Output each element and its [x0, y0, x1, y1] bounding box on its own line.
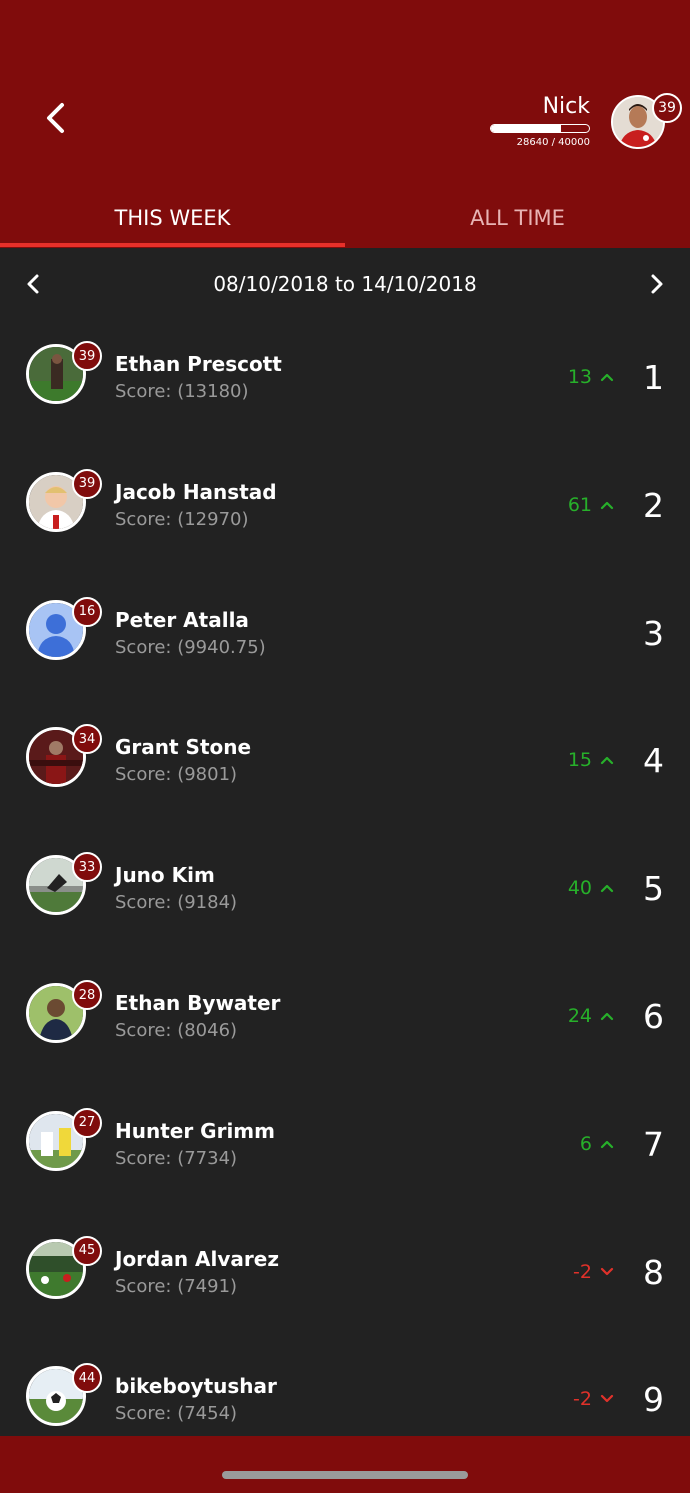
arrow-up-icon	[600, 501, 614, 509]
chevron-right-icon	[651, 274, 663, 294]
arrow-up-icon	[600, 1012, 614, 1021]
player-name: Hunter Grimm	[115, 1118, 275, 1143]
player-avatar-wrapper: 39	[26, 341, 102, 404]
player-rank: 7	[643, 1124, 664, 1164]
rank-change: -2	[573, 1388, 614, 1410]
player-level-badge: 39	[72, 341, 102, 371]
player-level-badge: 44	[72, 1363, 102, 1394]
chevron-left-icon	[47, 103, 64, 133]
rank-change-value: 61	[567, 493, 592, 516]
player-avatar-wrapper: 34	[26, 724, 102, 788]
user-level-badge: 39	[652, 93, 682, 123]
bottom-bar	[0, 1436, 690, 1493]
player-name: Peter Atalla	[115, 607, 249, 632]
next-week-button[interactable]	[639, 266, 675, 302]
player-rank: 9	[643, 1380, 664, 1420]
leaderboard-row[interactable]: 45 Jordan Alvarez Score: (7491) -2 8	[0, 1211, 690, 1339]
back-button[interactable]	[34, 96, 78, 140]
rank-change: 61	[568, 494, 614, 516]
player-rank: 2	[643, 485, 664, 525]
player-score: Score: (13180)	[115, 381, 249, 402]
player-score: Score: (9940.75)	[115, 636, 266, 658]
player-level-badge: 16	[72, 596, 102, 627]
app-header: Nick 28640 / 40000 39 THIS WEEK ALL TIME	[0, 0, 690, 248]
xp-text: 28640 / 40000	[516, 137, 590, 148]
player-name: Grant Stone	[115, 735, 252, 760]
player-level-badge: 28	[72, 980, 102, 1010]
date-navigator: 08/10/2018 to 14/10/2018	[0, 252, 690, 316]
player-rank: 4	[643, 741, 664, 781]
player-avatar-wrapper: 39	[26, 468, 102, 532]
leaderboard-row[interactable]: 28 Ethan Bywater Score: (8046) 24 6	[0, 955, 690, 1083]
rank-change: 24	[568, 1005, 614, 1027]
player-name: Ethan Bywater	[115, 991, 281, 1015]
player-avatar-wrapper: 16	[26, 596, 102, 660]
player-level-badge: 39	[72, 468, 102, 499]
player-score: Score: (7734)	[115, 1147, 238, 1169]
player-rank: 8	[643, 1252, 664, 1292]
rank-change-value: 40	[567, 877, 592, 900]
rank-change: 15	[568, 749, 614, 771]
leaderboard-row[interactable]: 33 Juno Kim Score: (9184) 40 5	[0, 827, 690, 955]
player-name: Juno Kim	[115, 863, 215, 888]
arrow-up-icon	[600, 373, 614, 382]
player-level-badge: 33	[72, 852, 102, 883]
player-score: Score: (9184)	[115, 892, 238, 914]
rank-change-value: -2	[573, 1388, 592, 1411]
arrow-up-icon	[600, 1140, 614, 1148]
player-score: Score: (9801)	[115, 764, 238, 786]
player-score: Score: (8046)	[115, 1020, 238, 1041]
xp-progress-bar	[490, 124, 590, 133]
rank-change: -2	[573, 1261, 614, 1283]
leaderboard-row[interactable]: 34 Grant Stone Score: (9801) 15 4	[0, 699, 690, 827]
player-score: Score: (7491)	[115, 1275, 238, 1297]
arrow-down-icon	[600, 1395, 614, 1403]
active-tab-indicator	[0, 243, 345, 247]
leaderboard-row[interactable]: 39 Ethan Prescott Score: (13180) 13 1	[0, 316, 690, 444]
xp-progress-fill	[491, 125, 562, 132]
rank-change: 6	[580, 1133, 614, 1155]
rank-change-value: -2	[573, 1260, 592, 1283]
rank-change-value: 24	[567, 1005, 592, 1027]
player-level-badge: 27	[72, 1107, 102, 1138]
home-indicator[interactable]	[222, 1471, 468, 1479]
player-avatar-wrapper: 45	[26, 1235, 102, 1299]
player-name: Ethan Prescott	[115, 352, 282, 376]
rank-change: 40	[568, 877, 614, 899]
player-level-badge: 45	[72, 1235, 102, 1266]
date-range: 08/10/2018 to 14/10/2018	[213, 272, 477, 296]
arrow-up-icon	[600, 757, 614, 765]
user-name: Nick	[542, 94, 590, 119]
player-name: bikeboytushar	[115, 1374, 277, 1399]
player-name: Jacob Hanstad	[115, 479, 277, 504]
arrow-down-icon	[600, 1267, 614, 1275]
player-rank: 3	[643, 613, 664, 653]
leaderboard-row[interactable]: 27 Hunter Grimm Score: (7734) 6 7	[0, 1083, 690, 1211]
arrow-up-icon	[600, 885, 614, 893]
player-score: Score: (7454)	[115, 1403, 238, 1425]
rank-change-value: 13	[567, 366, 592, 388]
leaderboard-row[interactable]: 39 Jacob Hanstad Score: (12970) 61 2	[0, 444, 690, 572]
tab-this-week[interactable]: THIS WEEK	[0, 190, 345, 246]
rank-change-value: 6	[579, 1132, 592, 1155]
player-rank: 6	[643, 997, 664, 1036]
tab-all-time[interactable]: ALL TIME	[345, 190, 690, 246]
player-avatar-wrapper: 33	[26, 852, 102, 916]
player-score: Score: (12970)	[115, 508, 249, 530]
player-rank: 5	[643, 869, 664, 909]
player-avatar-wrapper: 44	[26, 1363, 102, 1427]
leaderboard-row[interactable]: 16 Peter Atalla Score: (9940.75) 3	[0, 572, 690, 700]
rank-change-value: 15	[567, 749, 592, 772]
player-avatar-wrapper: 28	[26, 980, 102, 1043]
player-avatar-wrapper: 27	[26, 1107, 102, 1171]
player-level-badge: 34	[72, 724, 102, 755]
rank-change: 13	[568, 366, 614, 388]
player-name: Jordan Alvarez	[115, 1246, 279, 1271]
player-rank: 1	[643, 358, 664, 397]
